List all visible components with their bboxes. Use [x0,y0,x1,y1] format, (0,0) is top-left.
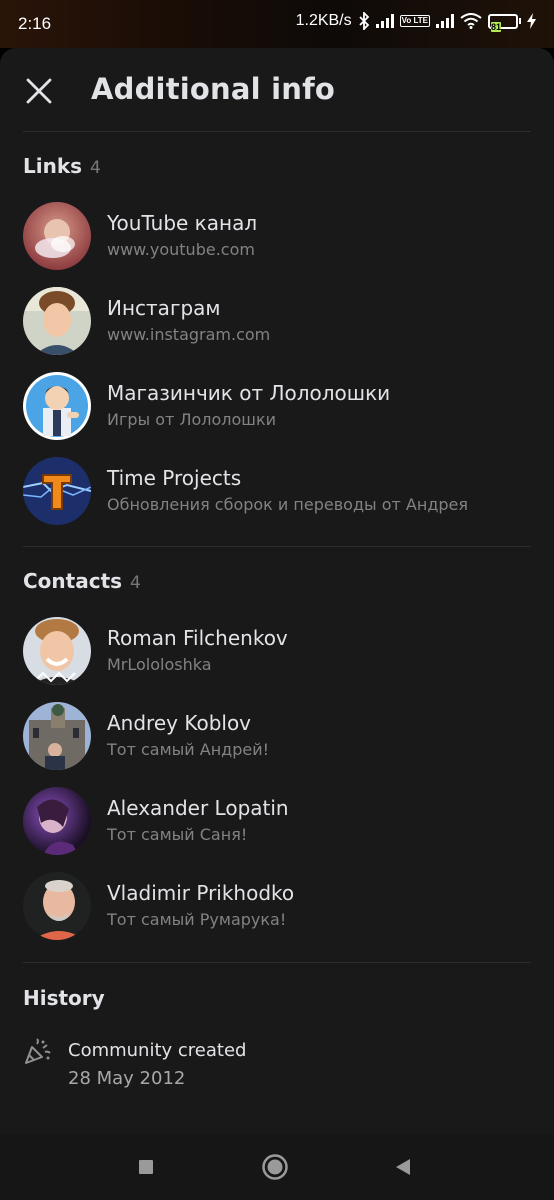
link-item-instagram[interactable]: Инстаграм www.instagram.com [0,287,554,371]
link-subtitle: www.instagram.com [107,325,271,344]
link-subtitle: Обновления сборок и переводы от Андрея [107,495,469,514]
contacts-count: 4 [130,573,141,593]
charging-icon [527,13,536,29]
link-subtitle: www.youtube.com [107,240,255,259]
contact-item[interactable]: Alexander Lopatin Тот самый Саня! [0,787,554,871]
instagram-avatar [23,287,91,355]
contacts-section-title: Contacts 4 [23,569,141,593]
close-button[interactable] [18,70,60,112]
contact-avatar [23,617,91,685]
link-title: Time Projects [107,466,242,490]
contact-subtitle: Тот самый Саня! [107,825,248,844]
link-title: Инстаграм [107,296,221,320]
signal-icon [375,14,394,28]
contacts-title: Contacts [23,569,123,593]
link-item-shop[interactable]: Магазинчик от Лололошки Игры от Лололошк… [0,372,554,456]
link-title: YouTube канал [107,211,258,235]
contact-item[interactable]: Roman Filchenkov MrLololoshka [0,617,554,701]
divider [23,962,531,963]
contact-avatar [23,872,91,940]
net-speed: 1.2KB/s [295,12,352,29]
contact-avatar [23,702,91,770]
contact-subtitle: Тот самый Румарука! [107,910,287,929]
contact-item[interactable]: Andrey Koblov Тот самый Андрей! [0,702,554,786]
battery-level: 81 [491,21,502,32]
link-item-time-projects[interactable]: Time Projects Обновления сборок и перево… [0,457,554,541]
sheet-header: Additional info [0,48,554,131]
history-item: Community created 28 May 2012 [0,1032,554,1102]
volte-icon: Vo LTE [399,15,430,27]
home-circle-icon [262,1154,288,1180]
contact-subtitle: Тот самый Андрей! [107,740,270,759]
page-title: Additional info [91,72,336,106]
status-icons: 1.2KB/s Vo LTE 81 [295,12,536,32]
link-title: Магазинчик от Лололошки [107,381,391,405]
party-popper-icon [25,1038,51,1064]
status-bar: 2:16 1.2KB/s Vo LTE 81 [0,0,554,48]
recents-button[interactable] [131,1152,161,1182]
shop-avatar [23,372,91,440]
wifi-icon [460,13,482,29]
link-subtitle: Игры от Лололошки [107,410,276,429]
time-projects-avatar [23,457,91,525]
contact-avatar [23,787,91,855]
history-label: Community created [68,1040,247,1061]
links-title: Links [23,154,83,178]
contact-name: Andrey Koblov [107,711,252,735]
history-date: 28 May 2012 [68,1068,186,1089]
system-nav-bar [0,1134,554,1200]
status-time: 2:16 [18,14,52,33]
links-section-title: Links 4 [23,154,101,178]
battery-icon: 81 [488,13,521,32]
youtube-avatar [23,202,91,270]
signal-icon-2 [436,14,454,28]
contact-name: Alexander Lopatin [107,796,289,820]
additional-info-sheet: Additional info Links 4 YouTube канал www… [0,48,554,1134]
link-item-youtube[interactable]: YouTube канал www.youtube.com [0,202,554,286]
divider [23,131,531,132]
close-icon [26,78,52,104]
contact-name: Vladimir Prikhodko [107,881,295,905]
recents-square-icon [139,1160,153,1174]
back-button[interactable] [388,1152,418,1182]
back-triangle-icon [396,1159,410,1175]
contact-name: Roman Filchenkov [107,626,288,650]
contact-subtitle: MrLololoshka [107,655,212,674]
links-count: 4 [90,158,101,178]
contact-item[interactable]: Vladimir Prikhodko Тот самый Румарука! [0,872,554,956]
divider [23,546,531,547]
history-section-title: History [23,986,105,1010]
home-button[interactable] [260,1152,290,1182]
bluetooth-icon [358,12,369,30]
